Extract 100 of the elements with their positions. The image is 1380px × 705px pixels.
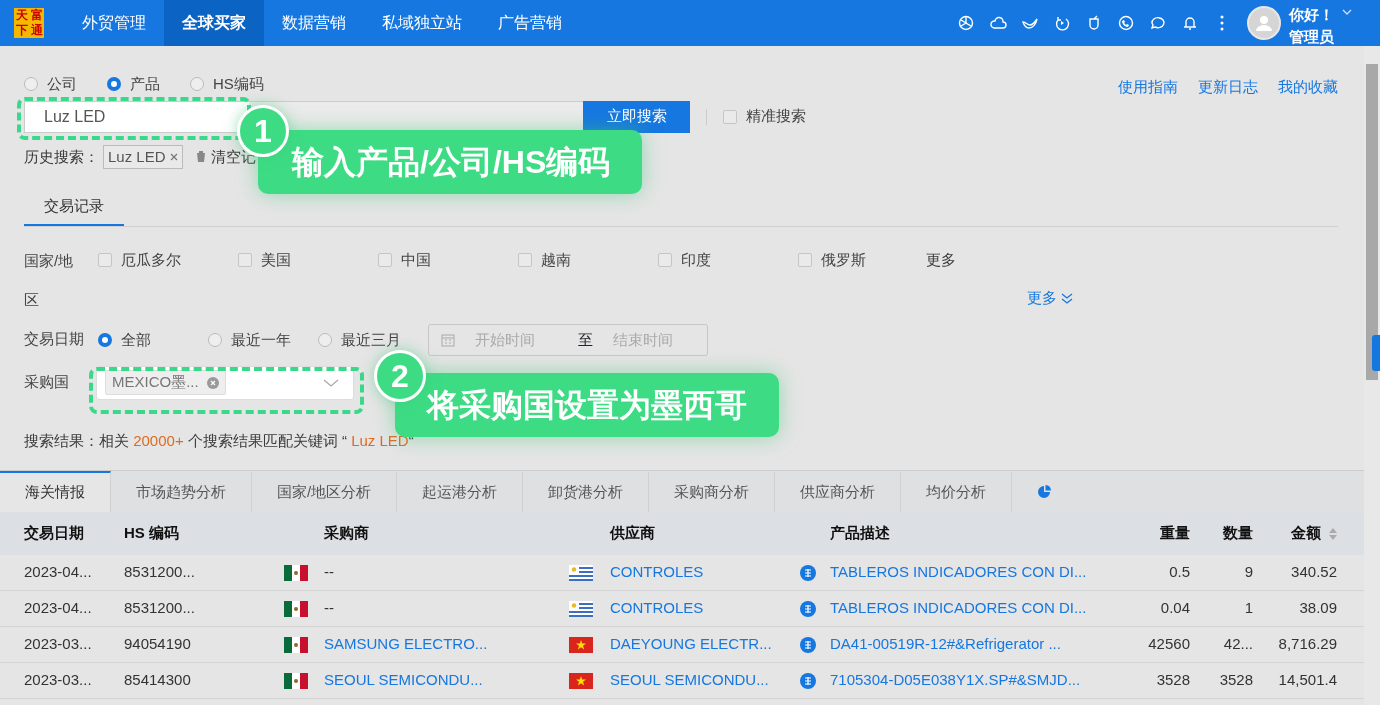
info-icon[interactable]: [800, 673, 816, 690]
radio-icon[interactable]: [208, 333, 222, 347]
buyer-link[interactable]: SAMSUNG ELECTRO...: [324, 633, 569, 656]
remove-icon[interactable]: [206, 376, 219, 389]
radio-option[interactable]: 公司: [24, 73, 77, 96]
pie-chart-icon: [1037, 485, 1053, 500]
flag-icon: [569, 637, 593, 654]
radio-option[interactable]: 产品: [107, 73, 160, 96]
close-icon[interactable]: [169, 152, 178, 161]
top-link[interactable]: 更新日志: [1198, 76, 1258, 99]
filter-label: 国家/地区: [24, 250, 75, 310]
side-panel-handle[interactable]: [1372, 335, 1380, 371]
column-header[interactable]: HS 编码: [124, 522, 284, 545]
info-icon[interactable]: [800, 565, 816, 582]
flag-icon: [284, 565, 308, 582]
nav-item[interactable]: 广告营销: [480, 0, 580, 46]
table-cell-text: --: [324, 598, 335, 619]
bell-icon[interactable]: [1181, 14, 1199, 32]
column-header[interactable]: 重量: [1130, 522, 1190, 545]
column-header[interactable]: 产品描述: [830, 522, 1130, 545]
caret-icon[interactable]: [1342, 9, 1352, 15]
product-link[interactable]: TABLEROS INDICADORES CON DI...: [830, 561, 1130, 584]
history-tag[interactable]: Luz LED: [103, 144, 183, 169]
info-icon[interactable]: [800, 637, 816, 654]
column-header[interactable]: 数量: [1190, 522, 1253, 545]
supplier-link[interactable]: CONTROLES: [610, 561, 800, 584]
checkbox-option[interactable]: 精准搜索: [723, 105, 806, 128]
top-link[interactable]: 使用指南: [1118, 76, 1178, 99]
info-icon[interactable]: [800, 601, 816, 618]
table-cell-text: 2023-03...: [24, 634, 93, 655]
radio-icon[interactable]: [190, 77, 204, 92]
table-cell-text: 340.52: [1290, 562, 1337, 583]
table-cell-text: 14,501.4: [1277, 670, 1337, 691]
checkbox-option[interactable]: 印度: [646, 248, 786, 272]
trash-icon: [194, 150, 207, 164]
radio-option[interactable]: 全部: [84, 328, 194, 352]
table-cell-text: 3528: [1218, 670, 1253, 691]
date-range-field[interactable]: 开始时间 至 结束时间: [428, 324, 708, 356]
table-cell-text: 2023-03...: [24, 670, 93, 691]
table-cell-text: 42...: [1222, 634, 1253, 655]
more-link[interactable]: 更多: [926, 248, 956, 272]
product-link[interactable]: DA41-00519R-12#&Refrigerator ...: [830, 633, 1130, 656]
chat-icon[interactable]: [1149, 14, 1167, 32]
checkbox-option[interactable]: 厄瓜多尔: [86, 248, 226, 272]
product-link[interactable]: 7105304-D05E038Y1X.SP#&SMJD...: [830, 669, 1130, 692]
table-cell-text: 3528: [1155, 670, 1190, 691]
checkbox-option[interactable]: 中国: [366, 248, 506, 272]
checkbox[interactable]: [723, 109, 737, 124]
person-icon: [1255, 14, 1273, 32]
double-chevron-icon[interactable]: [1061, 293, 1073, 304]
top-link[interactable]: 我的收藏: [1278, 76, 1338, 99]
supplier-link[interactable]: CONTROLES: [610, 597, 800, 620]
flag-icon: [284, 601, 308, 618]
radio-option[interactable]: HS编码: [190, 73, 264, 96]
nav-item[interactable]: 数据营销: [264, 0, 364, 46]
radio-icon[interactable]: [24, 77, 38, 92]
checkbox-option[interactable]: 美国: [226, 248, 366, 272]
column-header[interactable]: 采购商: [324, 522, 569, 545]
cloud-icon[interactable]: [989, 14, 1007, 32]
nav-item[interactable]: 私域独立站: [364, 0, 480, 46]
country-tag[interactable]: MEXICO墨...: [105, 370, 226, 395]
filter-label: 采购国: [24, 372, 70, 393]
nav-item[interactable]: 全球买家: [164, 0, 264, 46]
product-link[interactable]: TABLEROS INDICADORES CON DI...: [830, 597, 1130, 620]
checkbox-option[interactable]: 俄罗斯: [786, 248, 926, 272]
radio-icon[interactable]: [98, 333, 112, 347]
start-date-field[interactable]: 开始时间: [473, 327, 568, 353]
more-link[interactable]: 更多: [1027, 288, 1073, 309]
radio-option[interactable]: 最近一年: [194, 328, 304, 352]
column-header[interactable]: 供应商: [610, 522, 800, 545]
end-date-field[interactable]: 结束时间: [611, 327, 706, 353]
supplier-link[interactable]: SEOUL SEMICONDU...: [610, 669, 800, 692]
buyer-link[interactable]: SEOUL SEMICONDU...: [324, 669, 569, 692]
scroll-thumb[interactable]: [1366, 64, 1378, 380]
phone-icon[interactable]: [1117, 14, 1135, 32]
sub-tab[interactable]: 交易记录: [24, 189, 124, 226]
table-cell-text: 94054190: [124, 634, 192, 655]
checkbox[interactable]: [378, 253, 392, 267]
avatar[interactable]: [1247, 6, 1281, 40]
supplier-link[interactable]: DAEYOUNG ELECTR...: [610, 633, 800, 656]
radio-icon[interactable]: [107, 77, 121, 92]
search-button[interactable]: 立即搜索: [583, 100, 690, 133]
checkbox[interactable]: [798, 253, 812, 267]
column-header[interactable]: 金额: [1291, 522, 1321, 545]
radio-option[interactable]: 最近三月: [304, 328, 424, 352]
table-cell-text: 0.04: [1159, 598, 1190, 619]
nav-item[interactable]: 外贸管理: [64, 0, 164, 46]
radio-icon[interactable]: [318, 333, 332, 347]
analysis-tab[interactable]: 海关情报: [0, 471, 111, 512]
checkbox[interactable]: [238, 253, 252, 267]
buyer-country-select[interactable]: MEXICO墨...: [96, 365, 354, 400]
refresh-icon[interactable]: [1053, 14, 1071, 32]
logo[interactable]: 天 富 下 通: [14, 8, 44, 38]
checkbox[interactable]: [518, 253, 532, 267]
checkbox[interactable]: [98, 253, 112, 267]
chevron-down-icon[interactable]: [323, 378, 339, 387]
table-cell-text: 42560: [1147, 634, 1190, 655]
column-header[interactable]: 交易日期: [24, 522, 124, 545]
checkbox[interactable]: [658, 253, 672, 267]
checkbox-option[interactable]: 越南: [506, 248, 646, 272]
